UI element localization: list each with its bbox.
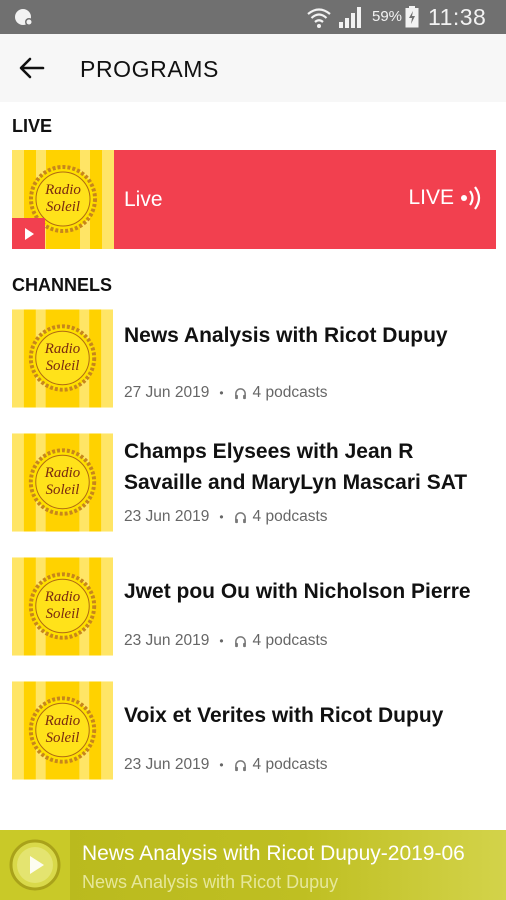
channel-meta: 23 Jun 2019 • 4 podcasts bbox=[124, 756, 328, 774]
channel-title: News Analysis with Ricot Dupuy bbox=[124, 324, 448, 347]
channel-meta: 27 Jun 2019 • 4 podcasts bbox=[124, 384, 328, 402]
channel-date: 23 Jun 2019 bbox=[124, 632, 210, 649]
now-playing-title: News Analysis with Ricot Dupuy-2019-06 bbox=[82, 842, 465, 865]
status-bar: 59% 11:38 bbox=[0, 0, 506, 34]
channels-section-heading: CHANNELS bbox=[12, 275, 113, 295]
headphones-icon bbox=[234, 759, 247, 772]
battery-percent: 59% bbox=[372, 8, 403, 25]
channel-podcast-count: 4 podcasts bbox=[252, 384, 328, 401]
signal-icon bbox=[339, 7, 361, 28]
live-badge-label: LIVE bbox=[408, 186, 454, 209]
now-playing-artwork bbox=[0, 830, 70, 900]
headphones-icon bbox=[234, 511, 247, 524]
clock: 11:38 bbox=[428, 4, 487, 30]
live-item-label: Live bbox=[124, 188, 163, 211]
separator-dot: • bbox=[219, 510, 224, 524]
play-icon bbox=[24, 227, 34, 240]
channel-list-item[interactable]: Radio Soleil Jwet pou Ou with Nicholson … bbox=[0, 556, 506, 660]
channel-podcast-count: 4 podcasts bbox=[252, 508, 328, 525]
page-title: PROGRAMS bbox=[80, 56, 219, 82]
separator-dot: • bbox=[219, 758, 224, 772]
radio-soleil-logo: Radio Soleil bbox=[12, 309, 113, 408]
notification-icon bbox=[15, 9, 33, 26]
channel-title: Jwet pou Ou with Nicholson Pierre bbox=[124, 580, 471, 603]
svg-text:Soleil: Soleil bbox=[46, 482, 80, 498]
channel-podcast-count: 4 podcasts bbox=[252, 632, 328, 649]
headphones-icon bbox=[234, 635, 247, 648]
battery-charging-icon bbox=[405, 6, 419, 28]
channel-list-item[interactable]: Radio Soleil Champs Elysees with Jean R … bbox=[0, 432, 506, 536]
channel-date: 27 Jun 2019 bbox=[124, 384, 210, 401]
radio-soleil-logo: Radio Soleil bbox=[12, 681, 113, 780]
svg-text:Radio: Radio bbox=[44, 465, 80, 481]
separator-dot: • bbox=[219, 386, 224, 400]
app-bar: PROGRAMS bbox=[0, 34, 506, 102]
wifi-icon bbox=[307, 8, 331, 28]
channel-meta: 23 Jun 2019 • 4 podcasts bbox=[124, 632, 328, 650]
svg-text:Radio: Radio bbox=[44, 341, 80, 357]
back-button[interactable] bbox=[14, 50, 50, 86]
channel-title: Champs Elysees with Jean R Savaille and … bbox=[124, 440, 468, 494]
svg-text:Soleil: Soleil bbox=[46, 358, 80, 374]
live-badge: LIVE bbox=[408, 186, 484, 210]
radio-soleil-logo: Radio Soleil bbox=[12, 557, 113, 656]
svg-text:Soleil: Soleil bbox=[46, 730, 80, 746]
channel-date: 23 Jun 2019 bbox=[124, 756, 210, 773]
arrow-left-icon bbox=[19, 57, 45, 79]
now-playing-subtitle: News Analysis with Ricot Dupuy bbox=[82, 872, 339, 892]
channel-date: 23 Jun 2019 bbox=[124, 508, 210, 525]
live-section-heading: LIVE bbox=[12, 116, 53, 136]
svg-text:Soleil: Soleil bbox=[46, 606, 80, 622]
radio-soleil-logo: Radio Soleil bbox=[12, 433, 113, 532]
channel-list-item[interactable]: Radio Soleil Voix et Verites with Ricot … bbox=[0, 680, 506, 784]
svg-text:Radio: Radio bbox=[44, 589, 80, 605]
separator-dot: • bbox=[219, 634, 224, 648]
broadcast-icon bbox=[461, 186, 481, 210]
channel-podcast-count: 4 podcasts bbox=[252, 756, 328, 773]
svg-text:Soleil: Soleil bbox=[46, 199, 80, 215]
svg-text:Radio: Radio bbox=[44, 182, 81, 198]
channel-meta: 23 Jun 2019 • 4 podcasts bbox=[124, 508, 328, 526]
play-button[interactable] bbox=[12, 218, 45, 249]
svg-text:Radio: Radio bbox=[44, 713, 80, 729]
headphones-icon bbox=[234, 387, 247, 400]
channel-title: Voix et Verites with Ricot Dupuy bbox=[124, 704, 444, 727]
live-stream-item[interactable]: Radio Soleil Live LIVE bbox=[12, 150, 496, 249]
mini-player[interactable]: News Analysis with Ricot Dupuy-2019-06 N… bbox=[0, 830, 506, 900]
channel-list-item[interactable]: Radio Soleil News Analysis with Ricot Du… bbox=[0, 308, 506, 412]
